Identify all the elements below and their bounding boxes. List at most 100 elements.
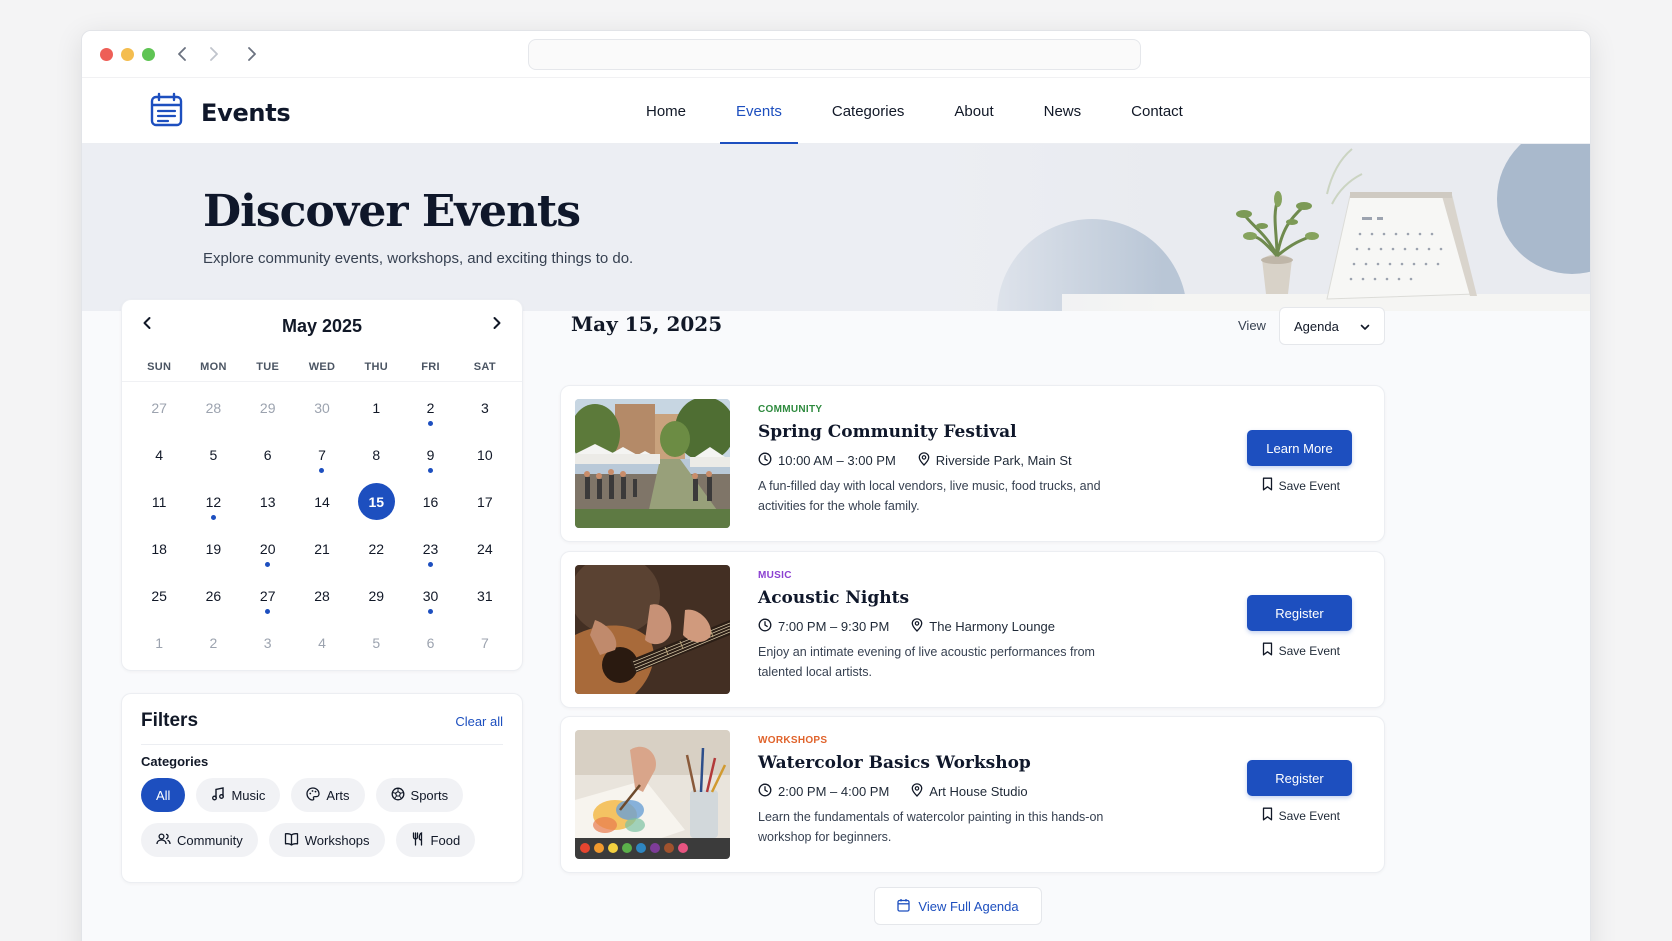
calendar-day[interactable]: 30: [295, 384, 349, 431]
register-button[interactable]: Register: [1247, 760, 1352, 796]
chip-arts[interactable]: Arts: [291, 778, 365, 812]
calendar-day[interactable]: 9: [403, 431, 457, 478]
event-image-festival: [575, 399, 730, 528]
calendar-day[interactable]: 2: [403, 384, 457, 431]
calendar-day[interactable]: 12: [186, 478, 240, 525]
calendar-day[interactable]: 29: [349, 572, 403, 619]
register-button[interactable]: Register: [1247, 595, 1352, 631]
event-card: WORKSHOPS Watercolor Basics Workshop 2:0…: [560, 716, 1385, 873]
calendar-day[interactable]: 21: [295, 525, 349, 572]
nav-events[interactable]: Events: [720, 78, 798, 144]
nav-categories[interactable]: Categories: [816, 78, 921, 144]
calendar-day-number: 23: [422, 540, 439, 557]
calendar-day-number: 2: [209, 634, 218, 651]
calendar-day-number: 14: [314, 493, 330, 510]
calendar-day[interactable]: 5: [349, 619, 403, 666]
minimize-window-button[interactable]: [121, 48, 134, 61]
nav-about[interactable]: About: [938, 78, 1009, 144]
calendar-day[interactable]: 17: [458, 478, 512, 525]
calendar-day[interactable]: 22: [349, 525, 403, 572]
calendar-day[interactable]: 30: [403, 572, 457, 619]
calendar-day-number: 13: [259, 493, 276, 510]
calendar-day[interactable]: 5: [186, 431, 240, 478]
forward-icon[interactable]: [202, 42, 226, 66]
calendar-day[interactable]: 18: [132, 525, 186, 572]
calendar-day[interactable]: 19: [186, 525, 240, 572]
clear-all-link[interactable]: Clear all: [455, 714, 503, 729]
calendar-day[interactable]: 26: [186, 572, 240, 619]
event-indicator-dot: [210, 515, 216, 520]
chip-community[interactable]: Community: [141, 823, 258, 857]
calendar-day[interactable]: 3: [458, 384, 512, 431]
calendar-day[interactable]: 8: [349, 431, 403, 478]
calendar-day[interactable]: 10: [458, 431, 512, 478]
calendar-day-number: 29: [259, 399, 276, 416]
calendar-day[interactable]: 24: [458, 525, 512, 572]
event-title[interactable]: Spring Community Festival: [758, 422, 1138, 442]
close-window-button[interactable]: [100, 48, 113, 61]
calendar-day[interactable]: 27: [241, 572, 295, 619]
calendar-day[interactable]: 25: [132, 572, 186, 619]
address-bar[interactable]: [528, 39, 1141, 70]
calendar-day[interactable]: 20: [241, 525, 295, 572]
nav-contact[interactable]: Contact: [1115, 78, 1199, 144]
event-title[interactable]: Acoustic Nights: [758, 588, 1138, 608]
calendar-day-number: 11: [151, 493, 167, 510]
clock-icon: [758, 618, 772, 635]
learn-more-button[interactable]: Learn More: [1247, 430, 1352, 466]
map-pin-icon: [911, 783, 923, 800]
save-event-button[interactable]: Save Event: [1262, 642, 1340, 659]
chip-food[interactable]: Food: [395, 823, 476, 857]
calendar-day[interactable]: 13: [241, 478, 295, 525]
calendar-day-number: 5: [372, 634, 381, 651]
bookmark-icon: [1262, 477, 1273, 494]
calendar-day[interactable]: 4: [132, 431, 186, 478]
forward-icon[interactable]: [240, 42, 264, 66]
calendar-day[interactable]: 6: [241, 431, 295, 478]
bookmark-icon: [1262, 642, 1273, 659]
calendar-day[interactable]: 2: [186, 619, 240, 666]
calendar-day[interactable]: 28: [186, 384, 240, 431]
calendar-day[interactable]: 16: [403, 478, 457, 525]
view-select[interactable]: Agenda: [1279, 307, 1385, 345]
view-label: View: [1238, 318, 1266, 333]
event-category: MUSIC: [758, 570, 792, 581]
calendar-day[interactable]: 14: [295, 478, 349, 525]
calendar-day[interactable]: 11: [132, 478, 186, 525]
hero-banner: Discover Events Explore community events…: [82, 144, 1590, 311]
calendar-day-number: 5: [209, 446, 218, 463]
chip-label: Arts: [326, 787, 350, 803]
maximize-window-button[interactable]: [142, 48, 155, 61]
event-indicator-dot: [265, 609, 271, 614]
calendar-day[interactable]: 28: [295, 572, 349, 619]
view-full-agenda-button[interactable]: View Full Agenda: [874, 887, 1042, 925]
save-event-button[interactable]: Save Event: [1262, 477, 1340, 494]
calendar-day[interactable]: 7: [458, 619, 512, 666]
calendar-day[interactable]: 1: [132, 619, 186, 666]
nav-news[interactable]: News: [1028, 78, 1098, 144]
event-title[interactable]: Watercolor Basics Workshop: [758, 753, 1138, 773]
chip-workshops[interactable]: Workshops: [268, 823, 385, 857]
calendar-day-number: 26: [205, 587, 222, 604]
calendar-day-selected[interactable]: 15: [349, 478, 403, 525]
chip-sports[interactable]: Sports: [375, 778, 464, 812]
save-event-button[interactable]: Save Event: [1262, 807, 1340, 824]
brand[interactable]: Events: [150, 92, 291, 133]
event-image-acoustic: [575, 565, 730, 694]
calendar-day[interactable]: 29: [241, 384, 295, 431]
clock-icon: [758, 783, 772, 800]
chip-music[interactable]: Music: [196, 778, 281, 812]
calendar-day[interactable]: 4: [295, 619, 349, 666]
calendar-day-number: 30: [314, 399, 330, 416]
calendar-day[interactable]: 23: [403, 525, 457, 572]
calendar-day[interactable]: 3: [241, 619, 295, 666]
calendar-day[interactable]: 1: [349, 384, 403, 431]
back-icon[interactable]: [170, 42, 194, 66]
calendar-day[interactable]: 31: [458, 572, 512, 619]
nav-home[interactable]: Home: [630, 78, 702, 144]
next-month-icon[interactable]: [492, 316, 502, 335]
calendar-day[interactable]: 7: [295, 431, 349, 478]
calendar-day[interactable]: 27: [132, 384, 186, 431]
chip-all[interactable]: All: [141, 778, 186, 812]
calendar-day[interactable]: 6: [403, 619, 457, 666]
